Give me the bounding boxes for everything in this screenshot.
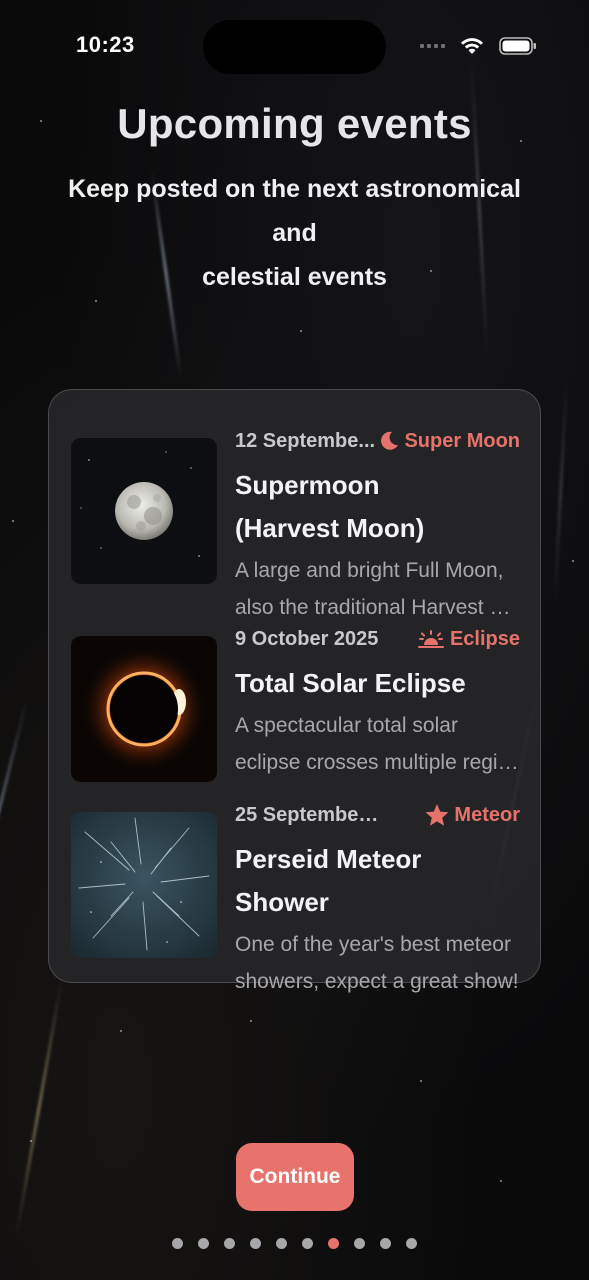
cellular-signal-icon: [420, 44, 445, 48]
sunset-icon: [417, 630, 444, 648]
page-dot[interactable]: [198, 1238, 209, 1249]
event-title-line: (Harvest Moon): [235, 513, 425, 543]
event-thumbnail-moon: [71, 438, 217, 584]
page-title: Upcoming events: [117, 100, 472, 147]
moon-icon: [381, 431, 399, 450]
event-item-perseid-meteor[interactable]: 25 September 20... Meteor Perseid Meteor…: [71, 804, 520, 993]
event-item-solar-eclipse[interactable]: 9 October 2025 Eclipse Total Solar Eclip…: [71, 628, 520, 784]
event-tag-label: Eclipse: [449, 627, 520, 650]
dynamic-island: [203, 20, 386, 74]
event-description-line: A large and bright Full Moon,: [235, 559, 504, 582]
event-tag: Meteor: [424, 803, 520, 827]
event-thumbnail-eclipse: [71, 636, 217, 782]
event-description: A spectacular total solar eclipse crosse…: [235, 707, 520, 781]
event-description-line: A spectacular total solar: [235, 714, 458, 737]
page-dot[interactable]: [380, 1238, 391, 1249]
event-tag: Super Moon: [378, 430, 520, 453]
event-title-line: Perseid Meteor Shower: [235, 844, 422, 917]
star-icon: [426, 804, 449, 826]
event-title: Total Solar Eclipse: [235, 662, 520, 705]
page-dot[interactable]: [406, 1238, 417, 1249]
page-dot[interactable]: [328, 1238, 339, 1249]
page-dot[interactable]: [250, 1238, 261, 1249]
wifi-icon: [461, 38, 483, 54]
event-description: One of the year's best meteor showers, e…: [235, 926, 520, 1000]
page-dot[interactable]: [172, 1238, 183, 1249]
event-thumbnail-meteor: [71, 812, 217, 958]
event-date: 9 October 2025: [235, 627, 379, 650]
subtitle-line: Keep posted on the next astronomical and: [68, 175, 521, 247]
page-dot[interactable]: [354, 1238, 365, 1249]
event-content: 9 October 2025 Eclipse Total Solar Eclip…: [235, 628, 520, 781]
event-tag-label: Super Moon: [404, 429, 520, 452]
event-content: 12 Septembe... Super Moon Supermoon (Har…: [235, 430, 520, 626]
event-description-line: showers, expect a great show!: [235, 970, 519, 993]
event-date: 12 Septembe...: [235, 429, 376, 452]
battery-icon: [499, 37, 536, 55]
event-description-line: One of the year's best meteor: [235, 933, 511, 956]
event-description-line: eclipse crosses multiple regio...: [235, 751, 520, 774]
page-subtitle: Keep posted on the next astronomical and…: [50, 167, 539, 299]
subtitle-line: celestial events: [202, 263, 387, 291]
event-tag-label: Meteor: [454, 803, 520, 826]
event-description-line: also the traditional Harvest M...: [235, 596, 520, 619]
event-content: 25 September 20... Meteor Perseid Meteor…: [235, 804, 520, 1000]
events-card: 12 Septembe... Super Moon Supermoon (Har…: [48, 389, 541, 993]
page-indicator: [0, 1238, 589, 1249]
event-title: Perseid Meteor Shower: [235, 838, 520, 924]
event-item-supermoon[interactable]: 12 Septembe... Super Moon Supermoon (Har…: [71, 430, 520, 619]
continue-button[interactable]: Continue: [236, 1143, 354, 1211]
event-tag: Eclipse: [416, 628, 520, 651]
status-icons: [420, 36, 537, 56]
page-dot[interactable]: [302, 1238, 313, 1249]
status-time: 10:23: [76, 32, 135, 57]
event-title-line: Total Solar Eclipse: [235, 668, 466, 698]
event-description: A large and bright Full Moon, also the t…: [235, 552, 520, 626]
event-title: Supermoon (Harvest Moon): [235, 464, 520, 550]
event-date: 25 September 20...: [235, 803, 385, 826]
page-dot[interactable]: [276, 1238, 287, 1249]
page-dot[interactable]: [224, 1238, 235, 1249]
event-title-line: Supermoon: [235, 470, 380, 500]
